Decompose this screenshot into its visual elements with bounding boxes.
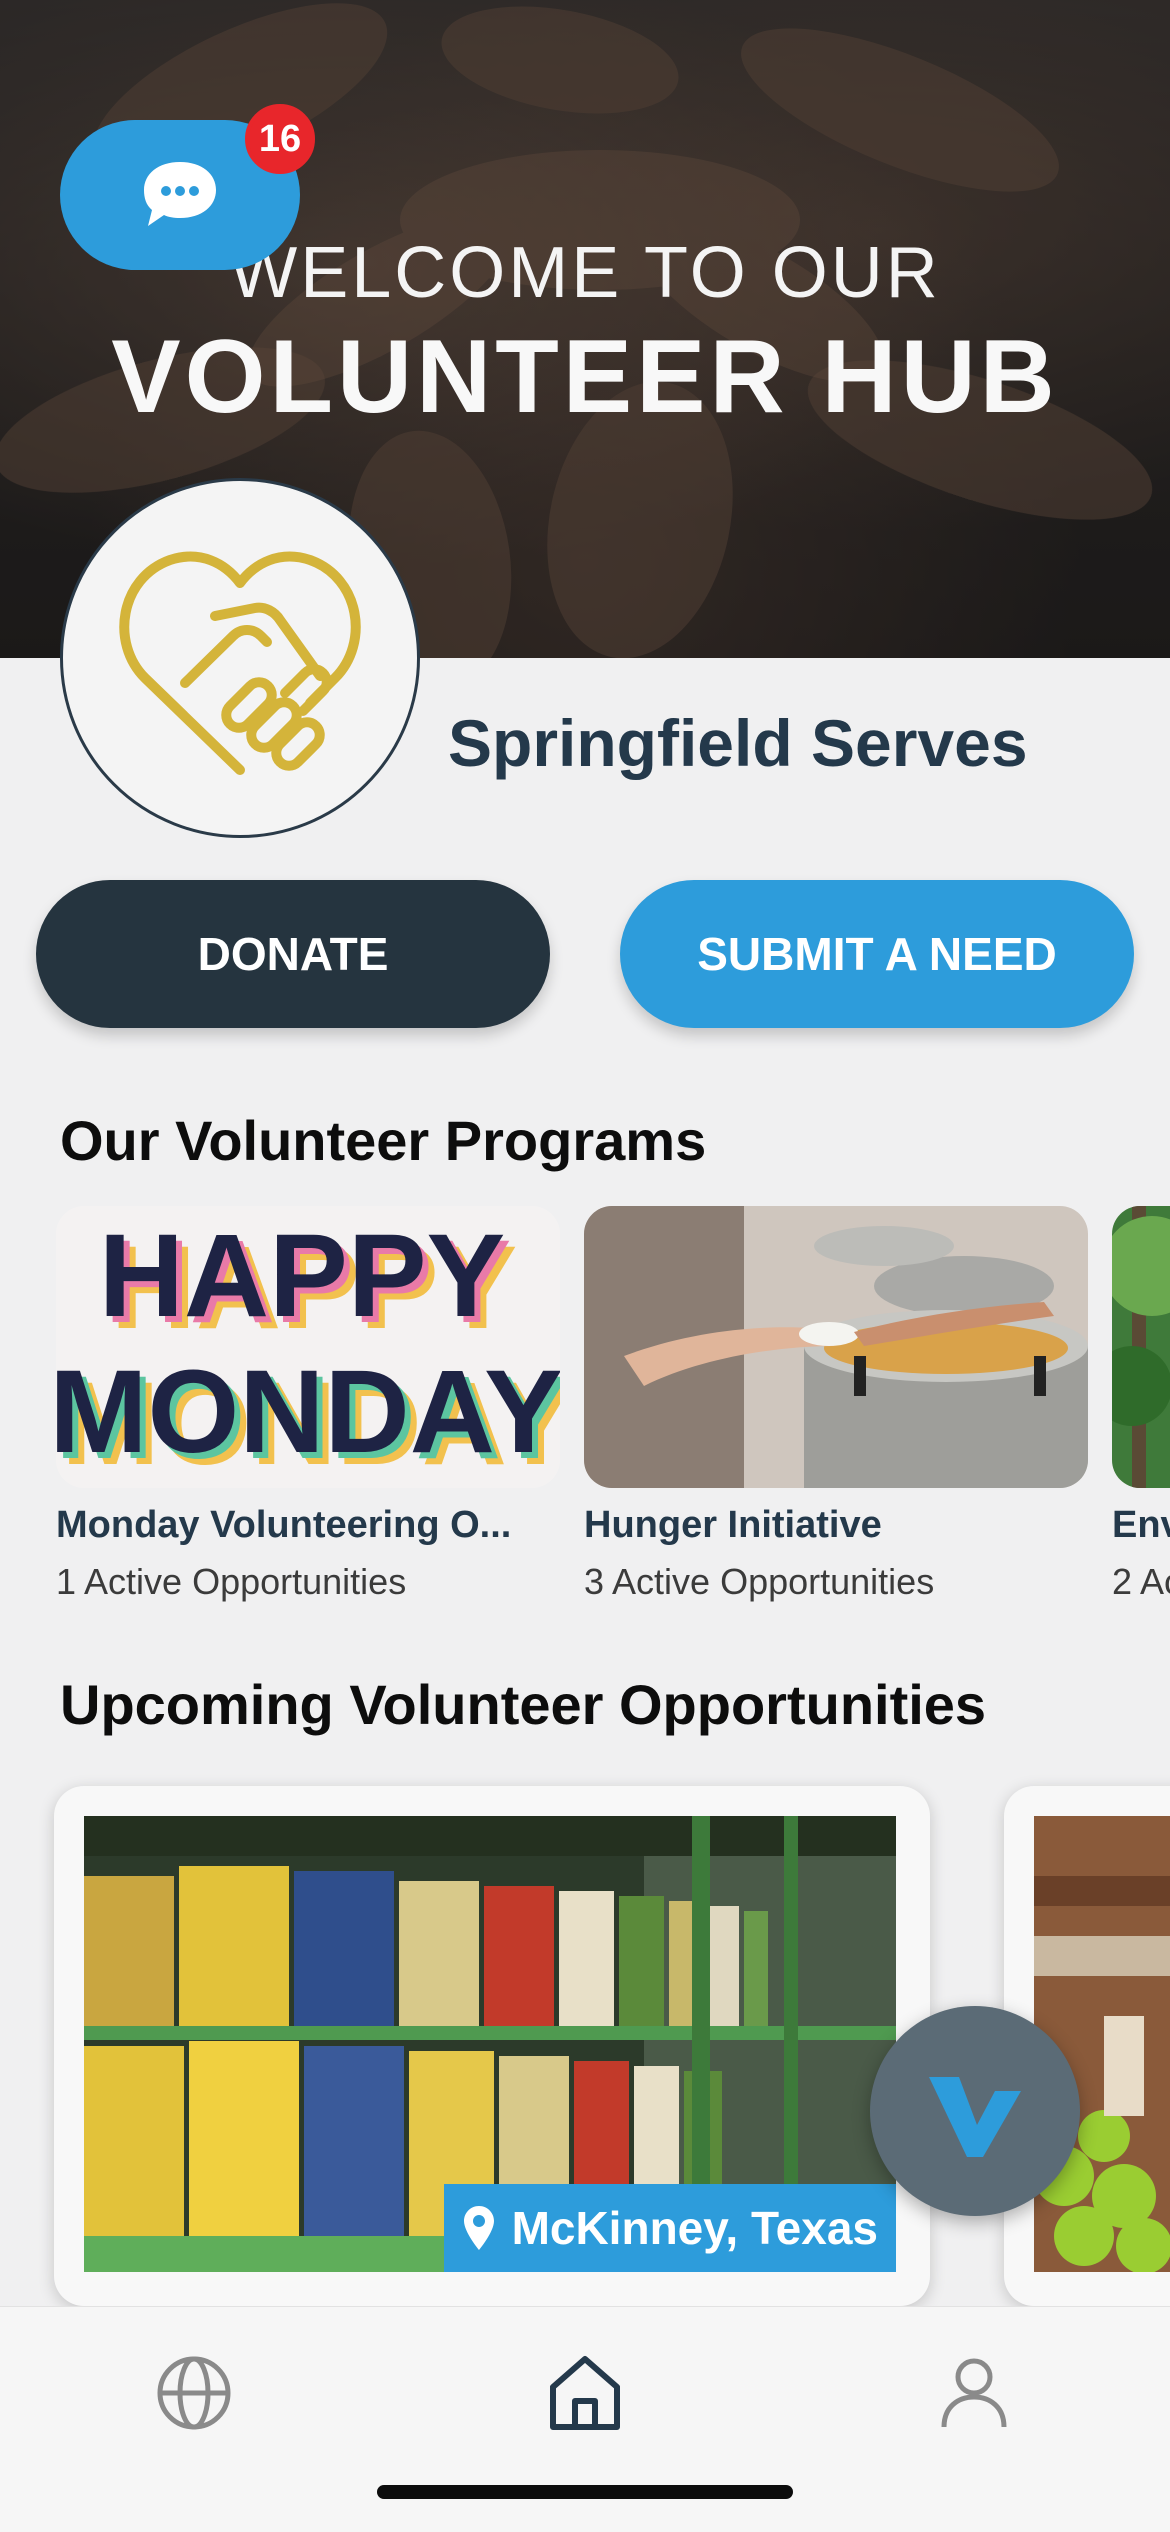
v-logo-icon (929, 2077, 1021, 2157)
handshake-heart-icon (119, 551, 361, 775)
program-card[interactable]: Env 2 Ac (1112, 1206, 1170, 1603)
home-indicator (377, 2485, 793, 2499)
opportunities-section-title: Upcoming Volunteer Opportunities (60, 1673, 987, 1736)
program-card[interactable]: HAPPY HAPPY HAPPY MONDAY MONDAY MONDAY M… (56, 1206, 560, 1603)
globe-icon[interactable] (154, 2353, 234, 2433)
opportunity-card[interactable]: McKinney, Texas (54, 1786, 930, 2306)
food-serving-image (584, 1206, 1088, 1488)
program-title: Monday Volunteering O... (56, 1504, 512, 1546)
image-text-happy: HAPPY (99, 1210, 506, 1342)
volunteer-app-button[interactable] (870, 2006, 1080, 2216)
submit-need-button[interactable]: SUBMIT A NEED (620, 880, 1134, 1028)
program-card[interactable]: Hunger Initiative 3 Active Opportunities (584, 1206, 1088, 1603)
organization-name: Springfield Serves (448, 706, 1028, 780)
chat-bubble-icon (144, 162, 216, 226)
programs-section-title: Our Volunteer Programs (60, 1109, 707, 1172)
program-title: Hunger Initiative (584, 1504, 882, 1546)
program-subtitle: 3 Active Opportunities (584, 1561, 935, 1602)
program-title: Env (1112, 1504, 1170, 1546)
bottom-navigation (0, 2306, 1170, 2532)
program-image (584, 1206, 1088, 1488)
program-image (1112, 1206, 1170, 1488)
profile-icon[interactable] (934, 2353, 1014, 2433)
program-image: HAPPY HAPPY HAPPY MONDAY MONDAY MONDAY (56, 1206, 560, 1488)
program-subtitle: 1 Active Opportunities (56, 1561, 407, 1602)
happy-monday-image: HAPPY HAPPY HAPPY MONDAY MONDAY MONDAY (56, 1210, 560, 1488)
home-icon[interactable] (545, 2353, 625, 2433)
forest-image (1112, 1206, 1170, 1488)
opportunity-image: McKinney, Texas (84, 1816, 896, 2272)
location-pin-icon (463, 2206, 494, 2250)
image-text-monday: MONDAY (56, 1346, 560, 1478)
location-text: McKinney, Texas (511, 2202, 878, 2254)
hero-title: VOLUNTEER HUB (111, 319, 1059, 435)
program-subtitle: 2 Ac (1112, 1561, 1170, 1602)
donate-button[interactable]: DONATE (36, 880, 550, 1028)
app-screen: WELCOME TO OUR VOLUNTEER HUB 16 Springfi… (0, 0, 1170, 2532)
location-tag: McKinney, Texas (443, 2184, 896, 2272)
notification-badge: 16 (245, 104, 315, 174)
organization-logo (60, 478, 420, 838)
